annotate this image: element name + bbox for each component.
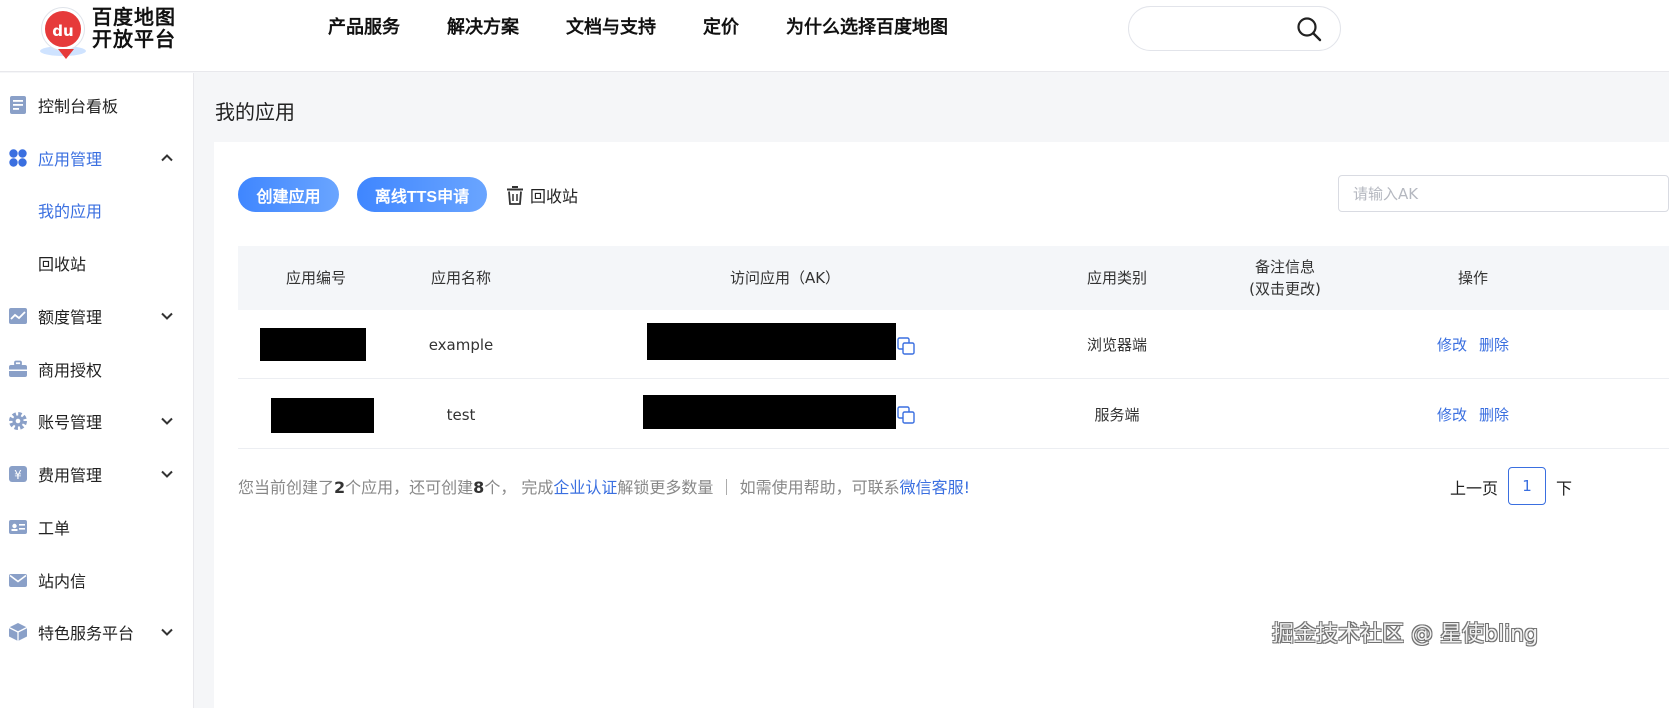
cell-app-type: 服务端 — [1094, 406, 1140, 424]
table-header: 应用编号 应用名称 访问应用（AK） 应用类别 备注信息 (双击更改) 操作 — [238, 246, 1669, 310]
sidebar-item-account-management[interactable]: 账号管理 — [0, 401, 194, 441]
cell-app-name: example — [428, 335, 494, 354]
redacted-ak — [643, 395, 896, 429]
sidebar-item-label: 我的应用 — [38, 202, 103, 221]
sidebar-item-messages[interactable]: 站内信 — [0, 560, 194, 600]
quota-chart-icon — [9, 308, 27, 324]
created-count: 2 — [334, 478, 346, 497]
gear-icon — [9, 412, 27, 430]
redacted-app-id — [260, 328, 366, 361]
nav-docs-support[interactable]: 文档与支持 — [566, 0, 656, 56]
sidebar-item-label: 特色服务平台 — [38, 624, 135, 643]
edit-link[interactable]: 修改 — [1437, 334, 1467, 355]
header-actions: 操作 — [1457, 269, 1488, 287]
header-app-id: 应用编号 — [285, 269, 346, 287]
recycle-bin-label: 回收站 — [530, 187, 579, 206]
cell-app-type: 浏览器端 — [1086, 336, 1147, 354]
mail-icon — [9, 574, 27, 587]
sidebar-item-label: 账号管理 — [38, 413, 103, 432]
header-remark-line1: 备注信息 — [1254, 258, 1315, 276]
copy-icon[interactable] — [896, 336, 916, 356]
wechat-support-link[interactable]: 微信客服! — [900, 478, 970, 497]
apps-icon — [9, 149, 27, 167]
sidebar-item-commercial-license[interactable]: 商用授权 — [0, 349, 194, 389]
sidebar-item-work-order[interactable]: 工单 — [0, 507, 194, 547]
table-row: test 服务端 修改 删除 — [238, 380, 1669, 449]
sidebar-item-label: 站内信 — [38, 572, 87, 591]
prev-page-button[interactable]: 上一页 — [1450, 475, 1498, 499]
redacted-ak — [647, 323, 896, 360]
sidebar-item-app-management[interactable]: 应用管理 — [0, 138, 194, 178]
header-access-ak: 访问应用（AK） — [729, 269, 841, 287]
chevron-down-icon[interactable] — [160, 309, 174, 323]
edit-link[interactable]: 修改 — [1437, 404, 1467, 425]
header-remark: 备注信息 (双击更改) — [1192, 246, 1378, 310]
sidebar-item-label: 工单 — [38, 519, 71, 538]
create-app-button[interactable]: 创建应用 — [238, 177, 339, 212]
top-header: du 百度地图 开放平台 产品服务 解决方案 文档与支持 定价 为什么选择百度地… — [0, 0, 1669, 72]
sidebar-item-featured-services[interactable]: 特色服务平台 — [0, 612, 194, 652]
baidu-map-logo[interactable]: du 百度地图 开放平台 — [40, 6, 190, 62]
main-nav: 产品服务 解决方案 文档与支持 定价 为什么选择百度地图 — [328, 0, 995, 56]
watermark: 掘金技术社区 @ 星使bling — [1272, 622, 1539, 647]
offline-tts-apply-button[interactable]: 离线TTS申请 — [357, 177, 487, 212]
delete-link[interactable]: 删除 — [1479, 334, 1509, 355]
sidebar-item-dashboard[interactable]: 控制台看板 — [0, 85, 194, 125]
header-app-name: 应用名称 — [430, 269, 491, 287]
note-text: 解锁更多数量 ｜ 如需使用帮助，可联系 — [617, 478, 900, 497]
sidebar-item-label: 回收站 — [38, 255, 87, 274]
sidebar-item-billing-management[interactable]: ¥ 费用管理 — [0, 454, 194, 494]
next-page-button[interactable]: 下 — [1556, 475, 1572, 499]
sidebar-item-quota-management[interactable]: 额度管理 — [0, 296, 194, 336]
copy-icon[interactable] — [896, 405, 916, 425]
sidebar-item-label: 费用管理 — [38, 466, 103, 485]
note-text: 个， 完成 — [484, 478, 554, 497]
sidebar-item-label: 控制台看板 — [38, 97, 119, 116]
sidebar-item-label: 商用授权 — [38, 361, 103, 380]
current-page-button[interactable]: 1 — [1508, 467, 1546, 505]
chevron-down-icon[interactable] — [160, 414, 174, 428]
nav-why-baidu-map[interactable]: 为什么选择百度地图 — [786, 0, 948, 56]
sidebar: 控制台看板 应用管理 我的应用 回收站 额度管理 商用授权 账号管理 ¥ 费用管… — [0, 73, 194, 708]
cube-icon — [8, 623, 28, 641]
logo-line-1: 百度地图 — [92, 5, 176, 29]
yen-icon: ¥ — [9, 466, 27, 482]
briefcase-icon — [9, 360, 27, 377]
remaining-count: 8 — [473, 478, 485, 497]
svg-text:¥: ¥ — [14, 468, 22, 482]
note-text: 您当前创建了 — [238, 478, 335, 497]
table-row: example 浏览器端 修改 删除 — [238, 310, 1669, 379]
app-quota-note: 您当前创建了2个应用，还可创建8个， 完成企业认证解锁更多数量 ｜ 如需使用帮助… — [238, 474, 970, 498]
id-card-icon — [9, 520, 27, 534]
sidebar-subitem-my-apps[interactable]: 我的应用 — [0, 190, 194, 230]
chevron-down-icon[interactable] — [160, 467, 174, 481]
recycle-bin-button[interactable]: 回收站 — [506, 180, 578, 210]
sidebar-item-label: 应用管理 — [38, 150, 103, 169]
search-icon[interactable] — [1296, 16, 1322, 42]
logo-text: 百度地图 开放平台 — [92, 6, 192, 50]
logo-line-2: 开放平台 — [92, 27, 176, 51]
header-app-type: 应用类别 — [1086, 269, 1147, 287]
cell-actions: 修改 删除 — [1378, 310, 1568, 379]
enterprise-verify-link[interactable]: 企业认证 — [553, 478, 617, 497]
cell-actions: 修改 删除 — [1378, 380, 1568, 449]
note-text: 个应用，还可创建 — [345, 478, 474, 497]
delete-link[interactable]: 删除 — [1479, 404, 1509, 425]
chevron-up-icon[interactable] — [160, 151, 174, 165]
sidebar-item-label: 额度管理 — [38, 308, 103, 327]
cell-app-name: test — [446, 405, 476, 424]
page-title: 我的应用 — [215, 100, 295, 124]
nav-solutions[interactable]: 解决方案 — [447, 0, 519, 56]
trash-icon — [507, 186, 523, 205]
sidebar-subitem-recycle-bin[interactable]: 回收站 — [0, 243, 194, 283]
nav-products[interactable]: 产品服务 — [328, 0, 400, 56]
nav-pricing[interactable]: 定价 — [703, 0, 739, 56]
header-remark-line2: (双击更改) — [1249, 280, 1321, 298]
logo-pin-icon: du — [42, 8, 84, 59]
chevron-down-icon[interactable] — [160, 625, 174, 639]
ak-search-input[interactable] — [1338, 175, 1669, 212]
redacted-app-id — [271, 398, 374, 433]
dashboard-icon — [10, 96, 26, 114]
header-search-box[interactable] — [1128, 6, 1341, 51]
